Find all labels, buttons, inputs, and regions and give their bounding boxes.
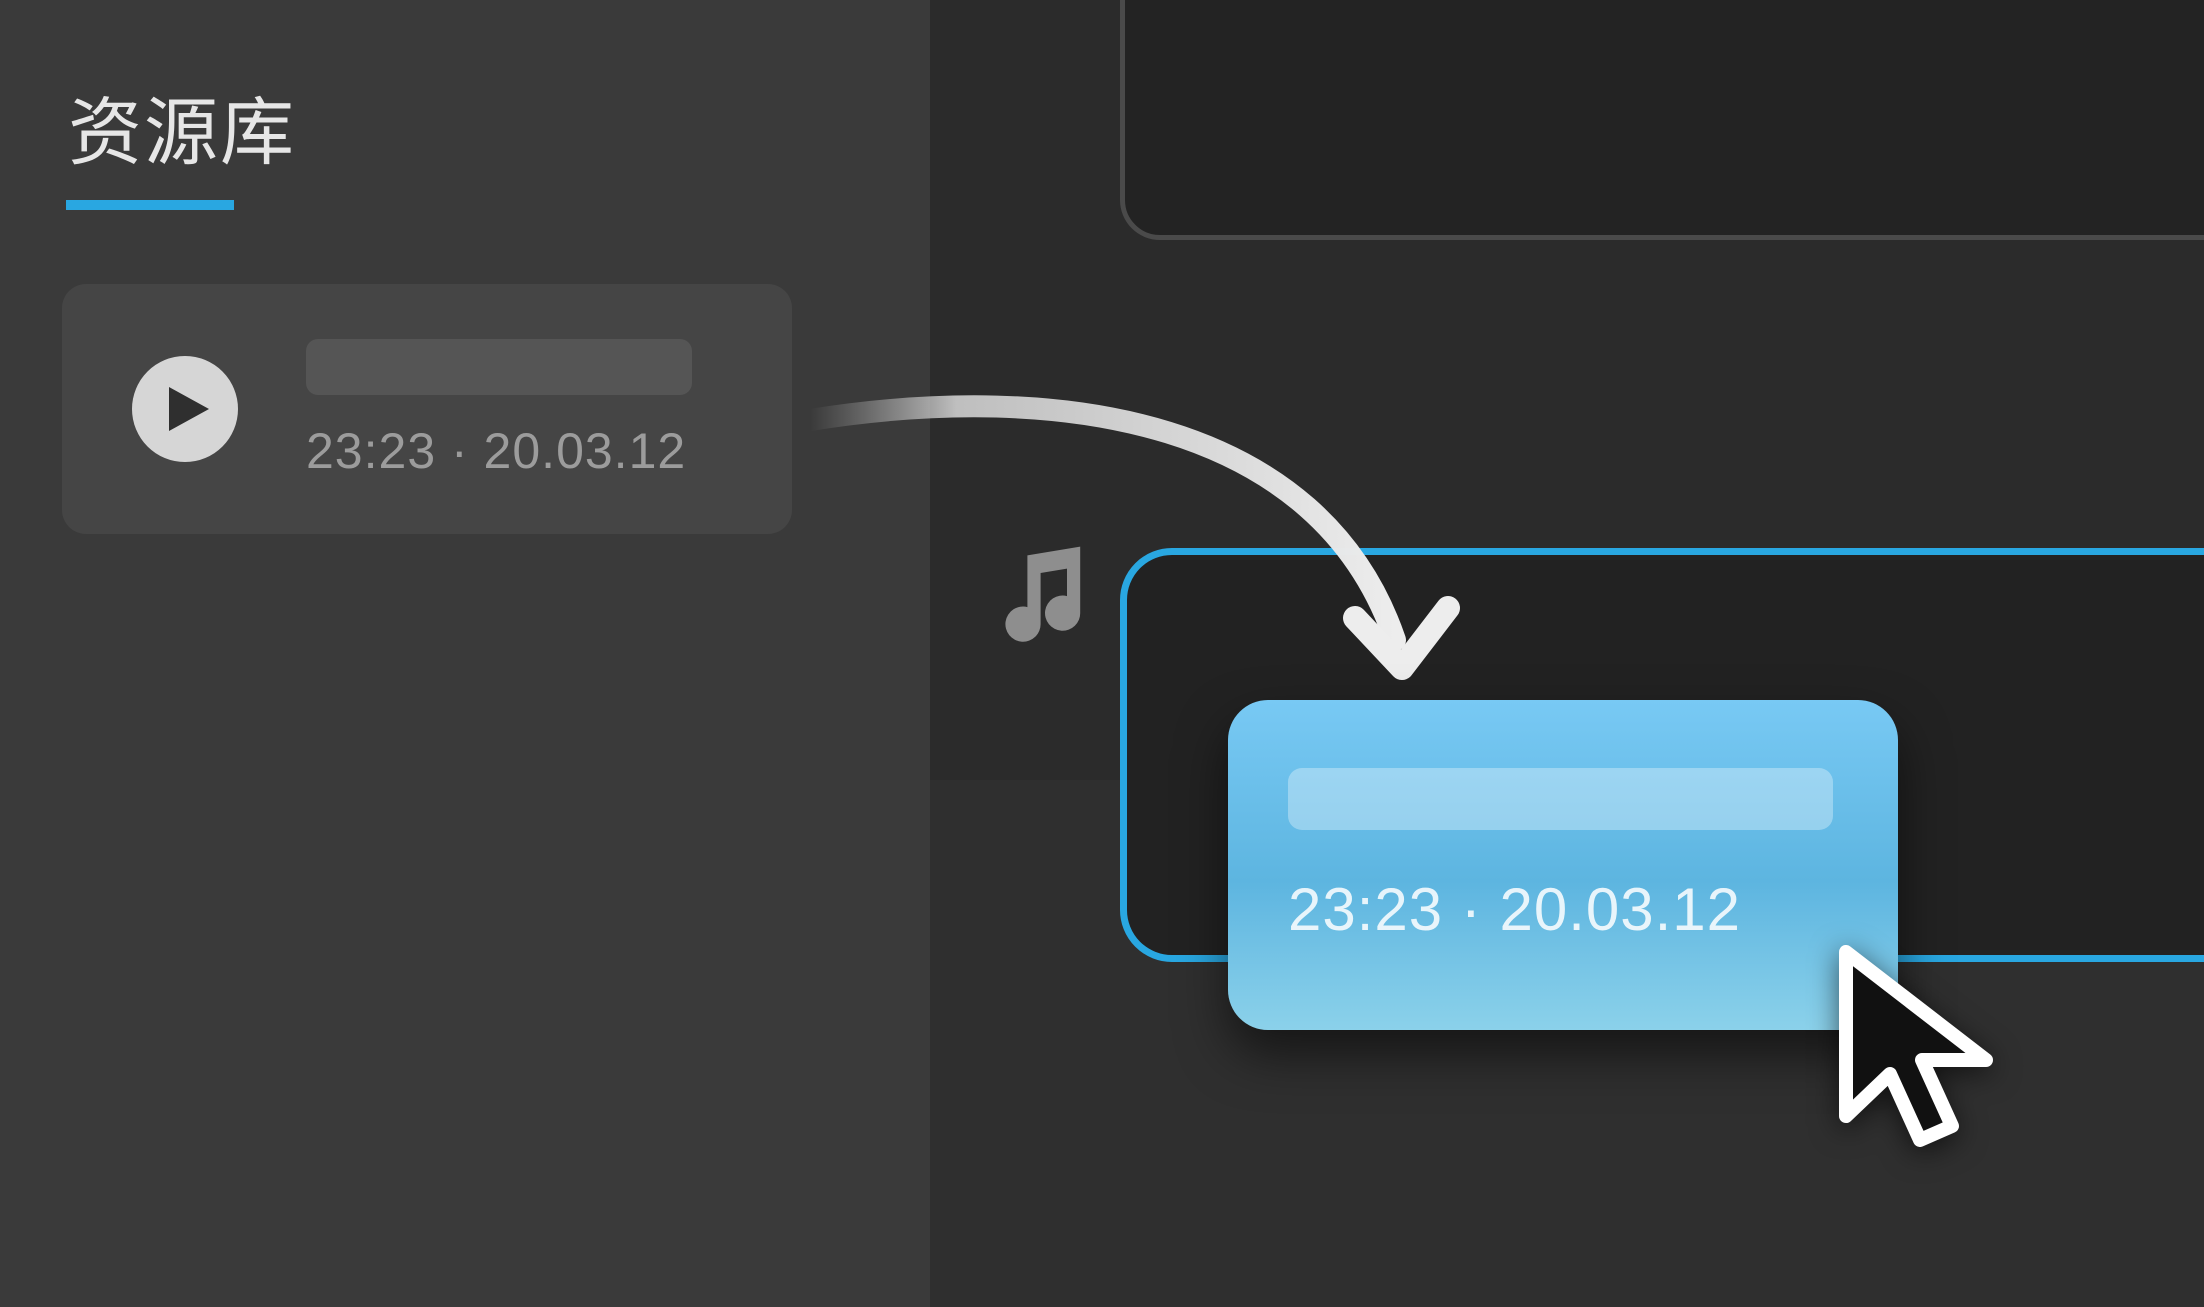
dragged-audio-clip[interactable]: 23:23 · 20.03.12 xyxy=(1228,700,1898,1030)
music-note-icon xyxy=(990,540,1100,650)
editor-area: 23:23 · 20.03.12 xyxy=(930,0,2204,1307)
library-sidebar: 资源库 23:23 · 20.03.12 xyxy=(0,0,930,1307)
preview-panel xyxy=(1120,0,2204,240)
sidebar-title: 资源库 xyxy=(68,73,296,180)
clip-title-placeholder xyxy=(306,339,692,395)
clip-meta: 23:23 · 20.03.12 xyxy=(306,422,686,480)
clip-meta: 23:23 · 20.03.12 xyxy=(1288,875,1741,944)
cursor-icon xyxy=(1826,940,2016,1160)
play-button[interactable] xyxy=(132,356,238,462)
clip-title-placeholder xyxy=(1288,768,1833,830)
active-tab-underline xyxy=(66,200,234,210)
play-icon xyxy=(161,387,209,431)
library-audio-card[interactable]: 23:23 · 20.03.12 xyxy=(62,284,792,534)
